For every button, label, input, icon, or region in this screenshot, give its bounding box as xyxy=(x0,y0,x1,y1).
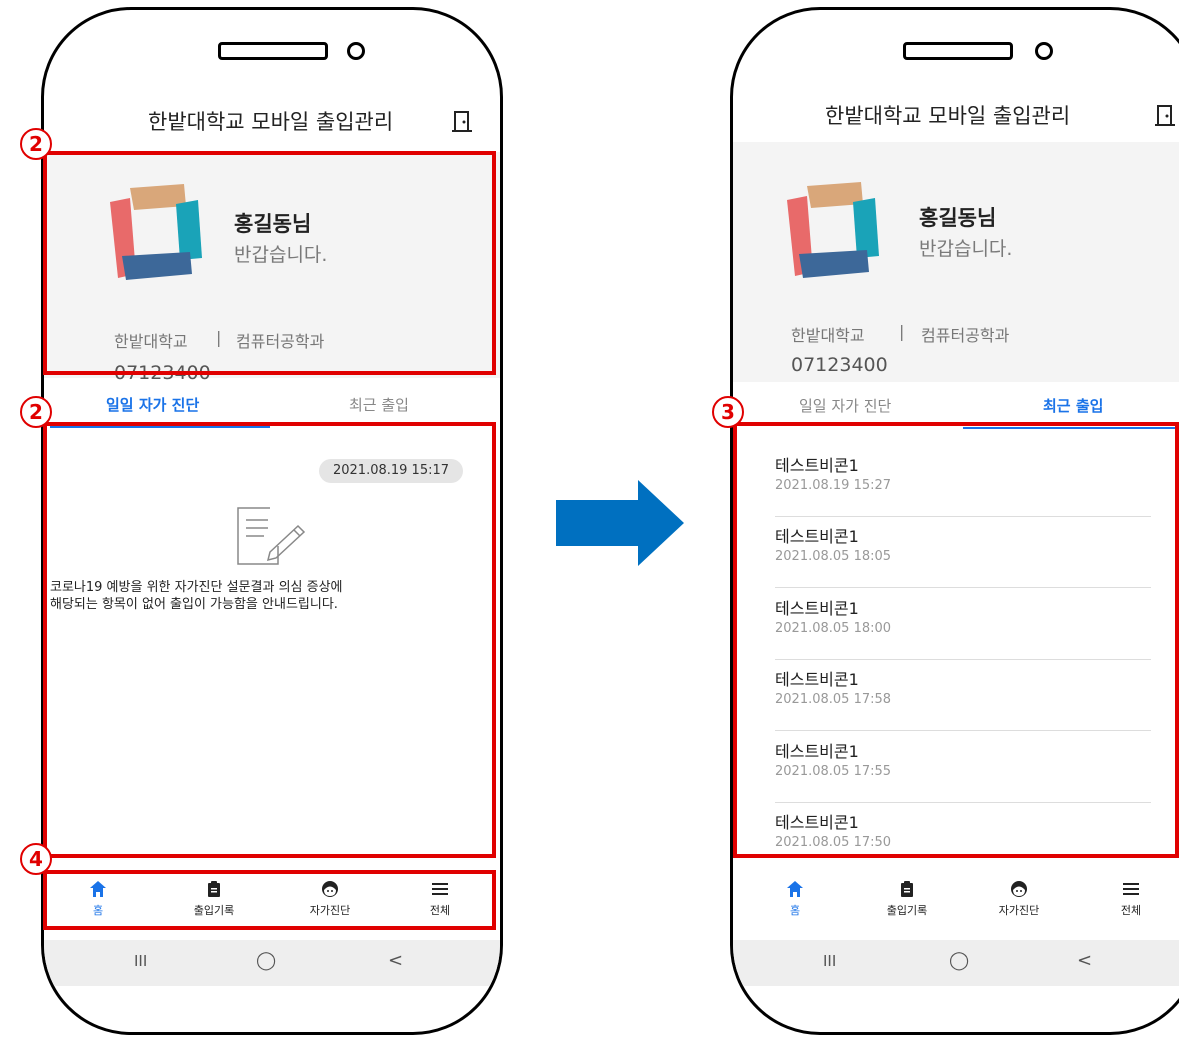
nav-all-label: 전체 xyxy=(1120,904,1142,917)
annotation-box-recent-list xyxy=(733,422,1179,858)
tab-recent-entry[interactable]: 최근 출입 xyxy=(349,394,409,415)
clipboard-icon xyxy=(901,881,913,897)
department-name: 컴퓨터공학과 xyxy=(921,326,1010,345)
right-arrow-icon xyxy=(556,480,686,570)
profile-card: 홍길동님 반갑습니다. 한밭대학교 | 컴퓨터공학과 07123400 xyxy=(733,142,1179,382)
nav-home-label: 홈 xyxy=(789,904,801,917)
tab-self-diagnosis[interactable]: 일일 자가 진단 xyxy=(106,394,199,415)
nav-self-check[interactable]: 자가진단 xyxy=(979,880,1059,918)
student-id: 07123400 xyxy=(791,354,888,376)
nav-all[interactable]: 전체 xyxy=(1091,880,1171,918)
door-exit-icon[interactable] xyxy=(1155,104,1175,132)
system-home-button[interactable]: ◯ xyxy=(256,950,276,971)
bottom-nav: 홈 출입기록 자가진단 전체 xyxy=(733,870,1179,940)
system-back-button[interactable]: < xyxy=(1077,950,1092,971)
school-name: 한밭대학교 xyxy=(791,326,865,345)
phone-camera xyxy=(347,42,365,60)
annotation-badge-2: 2 xyxy=(20,128,52,160)
app-title: 한밭대학교 모바일 출입관리 xyxy=(148,110,394,134)
recent-apps-button[interactable]: III xyxy=(823,952,836,970)
phone-speaker xyxy=(903,42,1013,60)
annotation-box-profile xyxy=(43,151,496,375)
nav-self-check-label: 자가진단 xyxy=(998,904,1040,917)
tab-recent-entry[interactable]: 최근 출입 xyxy=(1043,395,1103,416)
system-back-button[interactable]: < xyxy=(388,950,403,971)
system-home-button[interactable]: ◯ xyxy=(949,950,969,971)
system-nav-bar: III ◯ < xyxy=(733,940,1179,986)
university-logo xyxy=(783,178,887,286)
system-nav-bar: III ◯ < xyxy=(44,940,500,986)
greeting-text: 반갑습니다. xyxy=(919,238,1013,260)
door-exit-icon[interactable] xyxy=(452,110,472,138)
annotation-badge-4: 4 xyxy=(20,843,52,875)
user-name: 홍길동님 xyxy=(919,206,997,230)
separator: | xyxy=(899,322,905,341)
phone-speaker xyxy=(218,42,328,60)
annotation-badge-3: 3 xyxy=(712,396,744,428)
annotation-box-diagnosis xyxy=(43,422,496,858)
annotation-box-navigation xyxy=(43,870,496,930)
home-icon xyxy=(787,881,803,897)
app-title: 한밭대학교 모바일 출입관리 xyxy=(825,104,1071,128)
recent-apps-button[interactable]: III xyxy=(134,952,147,970)
phone-camera xyxy=(1035,42,1053,60)
nav-entry-log[interactable]: 출입기록 xyxy=(867,880,947,918)
menu-icon xyxy=(1123,883,1139,895)
annotation-badge-2: 2 xyxy=(20,396,52,428)
face-icon xyxy=(1011,881,1027,897)
nav-entry-log-label: 출입기록 xyxy=(886,904,928,917)
tab-self-diagnosis[interactable]: 일일 자가 진단 xyxy=(799,395,891,416)
nav-home[interactable]: 홈 xyxy=(755,880,835,918)
